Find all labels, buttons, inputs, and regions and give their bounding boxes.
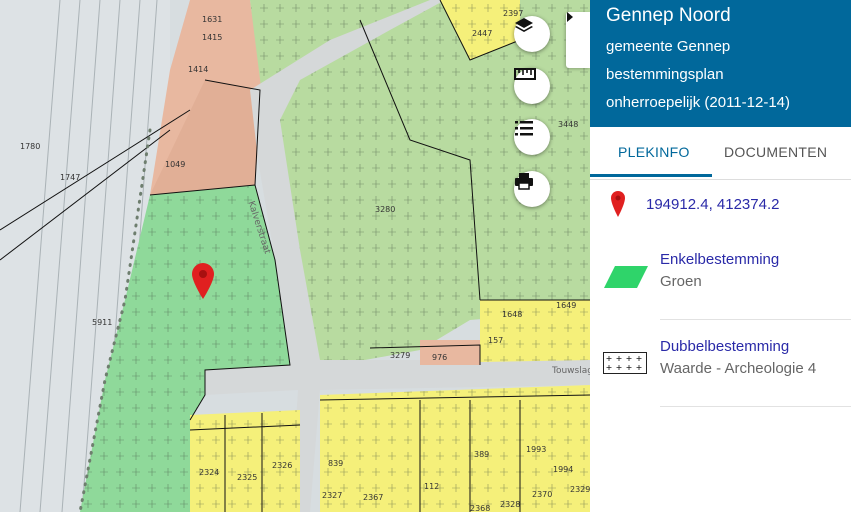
panel-tabs: PLEKINFO DOCUMENTEN: [590, 127, 851, 180]
map-canvas[interactable]: [0, 0, 590, 512]
parcel-label: 1994: [553, 465, 574, 474]
parcel-label: 112: [424, 482, 440, 491]
plan-municipality: gemeente Gennep: [606, 38, 731, 55]
map-view[interactable]: 1631 1415 1414 1780 1747 1049 5911 3280 …: [0, 0, 590, 512]
parcel-label: 1649: [556, 301, 577, 310]
parcel-label: 976: [432, 353, 448, 362]
parcel-label: 3280: [375, 205, 396, 214]
layers-button[interactable]: [514, 16, 550, 52]
enkelbestemming-link[interactable]: Enkelbestemming: [660, 251, 779, 268]
plan-title: Gennep Noord: [606, 5, 731, 26]
parcel-label: 3279: [390, 351, 411, 360]
parcel-label: 1993: [526, 445, 547, 454]
parcel-label: 1747: [60, 173, 81, 182]
parcel-label: 2328: [500, 500, 521, 509]
measure-button[interactable]: [514, 68, 550, 104]
parcel-label: 2370: [532, 490, 553, 499]
print-button[interactable]: [514, 171, 550, 207]
active-tab-indicator: [590, 174, 712, 177]
divider: [660, 319, 851, 320]
info-panel: Gennep Noord gemeente Gennep bestemmings…: [590, 0, 851, 512]
plan-type: bestemmingsplan: [606, 66, 724, 83]
parcel-label: 2367: [363, 493, 384, 502]
parcel-label: 2327: [322, 491, 343, 500]
parcel-label: 1780: [20, 142, 41, 151]
parcel-label: 389: [474, 450, 490, 459]
tab-documenten[interactable]: DOCUMENTEN: [724, 144, 827, 160]
tab-plekinfo[interactable]: PLEKINFO: [618, 144, 690, 160]
parcel-label: 2329: [570, 485, 590, 494]
parcel-label: 839: [328, 459, 344, 468]
parcel-label: 1648: [502, 310, 523, 319]
parcel-label: 1631: [202, 15, 223, 24]
map-pin-icon[interactable]: [191, 262, 215, 300]
dubbelbestemming-link[interactable]: Dubbelbestemming: [660, 338, 789, 355]
archeologie-pattern-icon: [603, 352, 647, 379]
groen-swatch-icon: [603, 265, 649, 294]
parcel-label: 1415: [202, 33, 223, 42]
parcel-label: 5911: [92, 318, 113, 327]
plan-status: onherroepelijk (2011-12-14): [606, 94, 790, 111]
panel-toggle-button[interactable]: [566, 12, 590, 68]
coordinates-link[interactable]: 194912.4, 412374.2: [646, 196, 779, 213]
legend-button[interactable]: [514, 119, 550, 155]
location-pin-icon: [610, 190, 626, 223]
dubbelbestemming-value: Waarde - Archeologie 4: [660, 360, 817, 377]
divider: [660, 406, 851, 407]
parcel-label: 2326: [272, 461, 293, 470]
parcel-label: 2324: [199, 468, 220, 477]
parcel-label: 1414: [188, 65, 209, 74]
parcel-label: 3448: [558, 120, 579, 129]
parcel-label: 1049: [165, 160, 186, 169]
enkelbestemming-value: Groen: [660, 273, 702, 290]
parcel-label: 2447: [472, 29, 493, 38]
parcel-label: 2368: [470, 504, 491, 512]
panel-header: Gennep Noord gemeente Gennep bestemmings…: [590, 0, 851, 127]
street-label-touwslagersbaan: Touwslagersbaan: [552, 366, 590, 376]
parcel-label: 2325: [237, 473, 258, 482]
parcel-label: 157: [488, 336, 504, 345]
